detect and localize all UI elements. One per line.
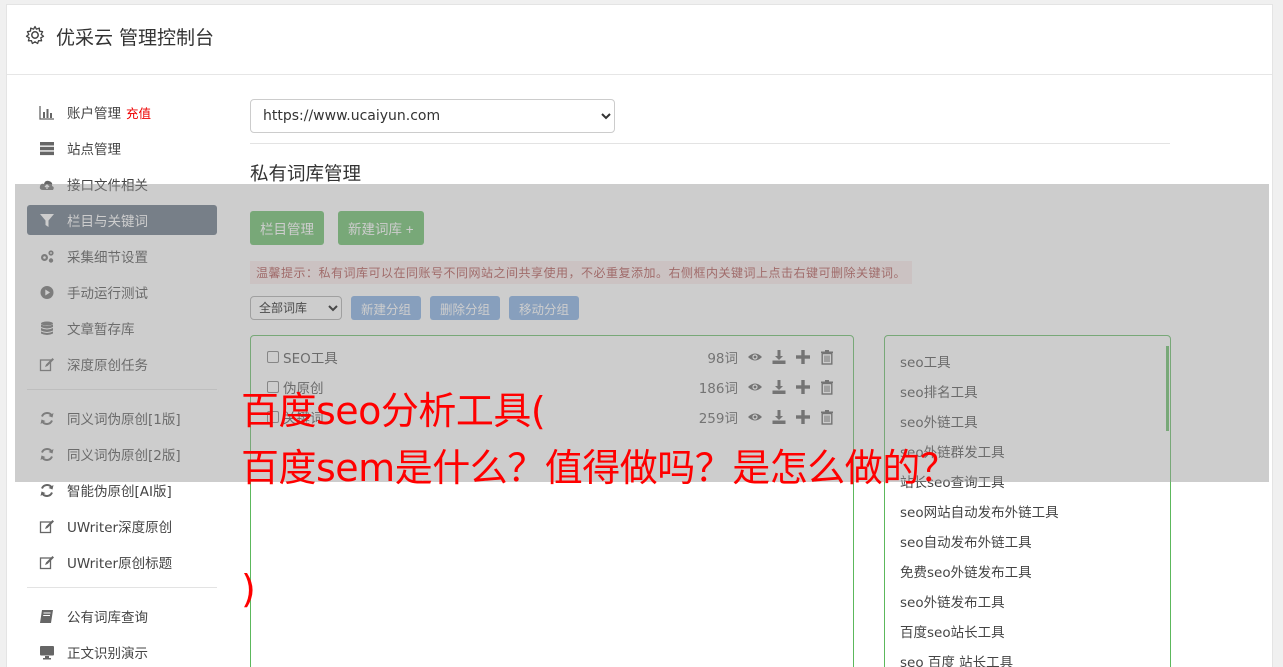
sidebar-item-label: 账户管理 (67, 106, 121, 122)
sidebar-item[interactable]: 公有词库查询 (27, 601, 217, 631)
book-icon (38, 609, 55, 624)
sidebar-item[interactable]: 正文识别演示 (27, 637, 217, 667)
sidebar-item-label: UWriter深度原创 (67, 520, 173, 536)
keyword-item[interactable]: seo网站自动发布外链工具 (885, 496, 1170, 526)
sidebar-item-label: 正文识别演示 (67, 646, 148, 662)
sidebar-item[interactable]: 账户管理 充值 (27, 97, 217, 127)
server-icon (38, 141, 55, 156)
sidebar-item-label: 智能伪原创[AI版] (67, 484, 172, 500)
keyword-item[interactable]: seo外链发布工具 (885, 586, 1170, 616)
edit-icon (38, 519, 55, 534)
gear-icon (25, 25, 45, 45)
keyword-item[interactable]: 百度seo站长工具 (885, 616, 1170, 646)
keyword-item[interactable]: 免费seo外链发布工具 (885, 556, 1170, 586)
refresh-icon (38, 483, 55, 498)
site-select[interactable]: https://www.ucaiyun.com (250, 99, 615, 133)
section-title: 私有词库管理 (250, 164, 362, 185)
sidebar-item-label: 站点管理 (67, 142, 121, 158)
bar-chart-icon (38, 105, 55, 120)
watermark-line-1: 百度seo分析工具( (241, 389, 546, 433)
sidebar-item-label: UWriter原创标题 (67, 556, 173, 572)
sidebar-item[interactable]: UWriter深度原创 (27, 511, 217, 541)
sidebar-item[interactable]: 站点管理 (27, 133, 217, 163)
monitor-icon (38, 645, 55, 660)
gray-overlay (15, 184, 1269, 482)
edit-icon (38, 555, 55, 570)
sidebar-item-label: 公有词库查询 (67, 610, 148, 626)
page-title: 优采云 管理控制台 (56, 27, 215, 49)
recharge-link[interactable]: 充值 (126, 103, 151, 122)
keyword-item[interactable]: seo 百度 站长工具 (885, 646, 1170, 667)
sidebar-divider (27, 587, 217, 588)
divider (250, 143, 1170, 144)
keyword-item[interactable]: seo自动发布外链工具 (885, 526, 1170, 556)
sidebar-item[interactable]: UWriter原创标题 (27, 547, 217, 577)
watermark-line-3: ) (241, 567, 256, 611)
page-scrollbar[interactable] (1274, 0, 1283, 667)
header: 优采云 管理控制台 (7, 5, 1272, 75)
watermark-line-2: 百度sem是什么？值得做吗？是怎么做的？ (241, 446, 958, 490)
